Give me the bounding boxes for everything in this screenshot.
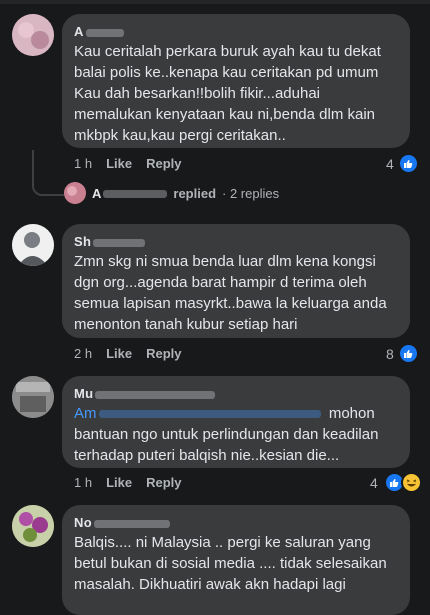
comment-author[interactable]: No	[74, 515, 396, 530]
reply-author: A	[92, 186, 168, 201]
like-button[interactable]: Like	[106, 475, 132, 490]
redacted-name	[95, 390, 216, 399]
previous-comment-edge	[0, 0, 430, 4]
like-button[interactable]: Like	[106, 346, 132, 361]
avatar-image-icon	[12, 224, 54, 266]
view-replies-link[interactable]: A replied · 2 replies	[64, 182, 279, 204]
reply-button[interactable]: Reply	[146, 156, 181, 171]
comment-bubble: No Balqis.... ni Malaysia .. pergi ke sa…	[62, 505, 410, 615]
reaction-count: 4	[386, 155, 394, 172]
comment-author[interactable]: A	[74, 24, 396, 39]
avatar[interactable]	[12, 505, 54, 547]
comment-actions: 2 h Like Reply	[74, 346, 182, 361]
avatar-image-icon	[12, 376, 54, 418]
reaction-summary[interactable]: 8	[386, 343, 419, 364]
comment-time[interactable]: 1 h	[74, 475, 92, 490]
comment-bubble: Mu Am mohon bantuan ngo untuk perlindung…	[62, 376, 410, 468]
comment-time[interactable]: 2 h	[74, 346, 92, 361]
comment-bubble: Sh Zmn skg ni smua benda luar dlm kena k…	[62, 224, 410, 338]
comment-actions: 1 h Like Reply	[74, 475, 182, 490]
redacted-name	[85, 28, 124, 37]
mention-link[interactable]: Am	[74, 405, 321, 422]
comment-actions: 1 h Like Reply	[74, 156, 182, 171]
reply-avatar-image-icon	[64, 182, 86, 204]
like-reaction-icon	[397, 153, 419, 174]
avatar-image-icon	[12, 505, 54, 547]
comment-text: Zmn skg ni smua benda luar dlm kena kong…	[74, 253, 387, 333]
redacted-name	[93, 519, 170, 528]
replied-label: replied	[173, 185, 217, 201]
reaction-count: 8	[386, 345, 394, 362]
author-name[interactable]: No	[74, 515, 92, 530]
redacted-name	[93, 238, 146, 247]
reply-count: · 2 replies	[222, 185, 280, 201]
reply-avatar	[64, 182, 86, 204]
like-button[interactable]: Like	[106, 156, 132, 171]
comment-author[interactable]: Mu	[74, 386, 396, 401]
avatar[interactable]	[12, 224, 54, 266]
comment-time[interactable]: 1 h	[74, 156, 92, 171]
avatar[interactable]	[12, 376, 54, 418]
reaction-count: 4	[370, 474, 378, 491]
reply-thread-line	[32, 150, 64, 196]
redacted-name	[103, 190, 168, 199]
reply-button[interactable]: Reply	[146, 475, 181, 490]
avatar[interactable]	[12, 14, 54, 56]
like-reaction-icon	[397, 343, 419, 364]
comment-text: Kau ceritalah perkara buruk ayah kau tu …	[74, 43, 381, 144]
reaction-summary[interactable]: 4	[386, 153, 419, 174]
comment-author[interactable]: Sh	[74, 234, 396, 249]
haha-reaction-icon	[400, 472, 422, 493]
author-name[interactable]: Sh	[74, 234, 91, 249]
author-name[interactable]: Mu	[74, 386, 93, 401]
redacted-mention	[98, 410, 321, 419]
comment-bubble: A Kau ceritalah perkara buruk ayah kau t…	[62, 14, 410, 148]
reply-button[interactable]: Reply	[146, 346, 181, 361]
author-name[interactable]: A	[74, 24, 84, 39]
reaction-summary[interactable]: 4	[370, 472, 422, 493]
comment-text: Am mohon bantuan ngo untuk perlindungan …	[74, 405, 379, 464]
comment-text: Balqis.... ni Malaysia .. pergi ke salur…	[74, 534, 387, 593]
avatar-image-icon	[12, 14, 54, 56]
